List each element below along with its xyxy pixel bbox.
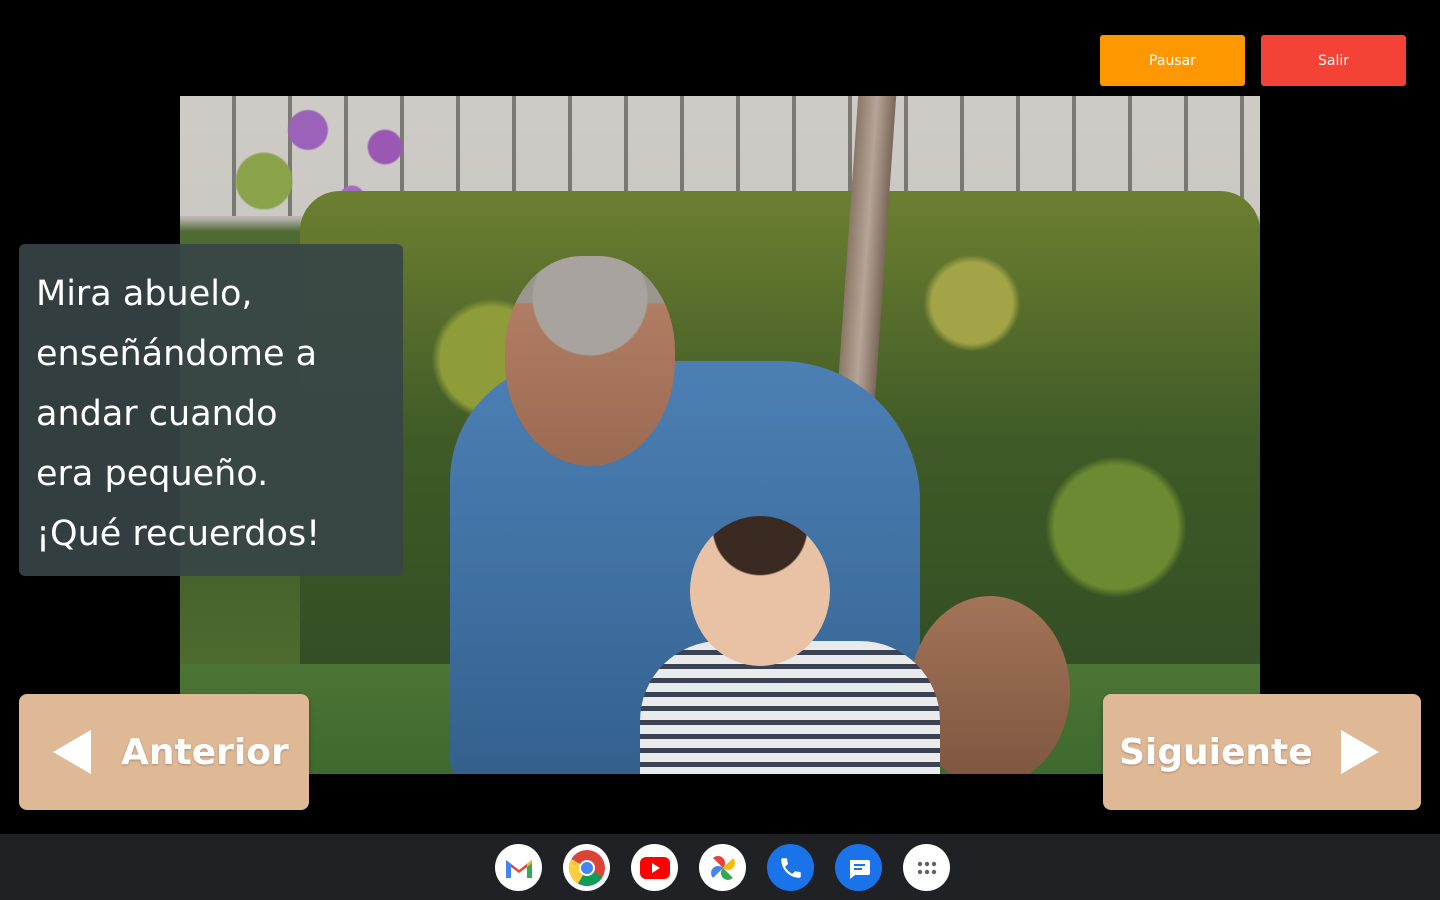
youtube-icon[interactable] xyxy=(631,844,678,891)
caption-line: era pequeño. xyxy=(36,454,269,494)
previous-button[interactable]: Anterior xyxy=(19,694,309,810)
chrome-icon[interactable] xyxy=(563,844,610,891)
messages-icon[interactable] xyxy=(835,844,882,891)
previous-button-label: Anterior xyxy=(121,731,289,773)
photo-baby-body xyxy=(640,641,940,774)
exit-button[interactable]: Salir xyxy=(1261,35,1406,86)
caption-line: ¡Qué recuerdos! xyxy=(36,514,321,554)
next-button[interactable]: Siguiente xyxy=(1103,694,1421,810)
launcher-icon[interactable] xyxy=(903,844,950,891)
arrow-left-icon xyxy=(53,730,91,774)
pause-button[interactable]: Pausar xyxy=(1100,35,1245,86)
caption-line: Mira abuelo, xyxy=(36,274,253,314)
photo-baby-head xyxy=(690,516,830,666)
next-button-label: Siguiente xyxy=(1119,731,1313,773)
arrow-right-icon xyxy=(1340,730,1379,774)
shelf-apps xyxy=(495,844,950,891)
caption-line: enseñándome a xyxy=(36,334,318,374)
photo-caption: Mira abuelo, enseñándome a andar cuando … xyxy=(19,244,403,576)
phone-icon[interactable] xyxy=(767,844,814,891)
gmail-icon[interactable] xyxy=(495,844,542,891)
photo-grandfather-head xyxy=(505,256,675,466)
caption-line: andar cuando xyxy=(36,394,278,434)
photos-icon[interactable] xyxy=(699,844,746,891)
